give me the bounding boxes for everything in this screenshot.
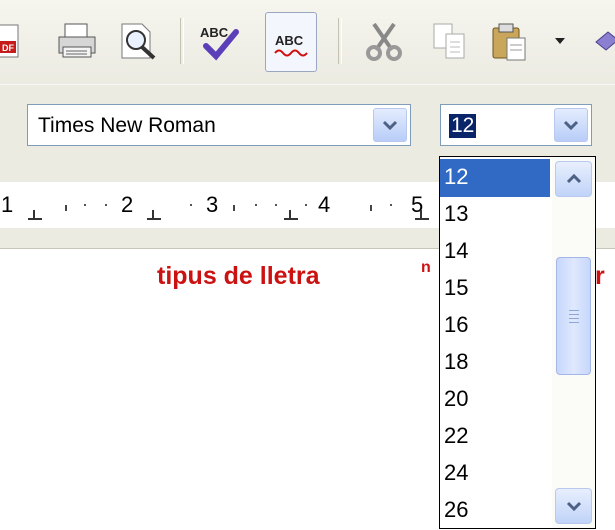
- font-size-option-22[interactable]: 22: [440, 418, 550, 456]
- tab-stop-marker[interactable]: [147, 210, 164, 220]
- font-size-option-24[interactable]: 24: [440, 455, 550, 493]
- font-size-option-12[interactable]: 12: [440, 159, 550, 197]
- scroll-down-button[interactable]: [555, 488, 592, 524]
- ruler-label: 2: [121, 192, 134, 217]
- autospellcheck-icon[interactable]: ABC: [265, 12, 317, 72]
- ruler-label: 1: [1, 192, 14, 217]
- font-size-combo[interactable]: 12: [440, 104, 592, 146]
- ruler-dot: [190, 204, 192, 206]
- toolbar-separator: [180, 18, 184, 64]
- ruler-label: 3: [206, 192, 219, 217]
- tab-stop-marker[interactable]: [28, 210, 45, 220]
- paint-icon[interactable]: [590, 12, 615, 70]
- ruler-tick: [65, 205, 67, 211]
- font-size-option-16[interactable]: 16: [440, 307, 550, 345]
- svg-text:ABC: ABC: [275, 33, 304, 48]
- page-preview-icon[interactable]: [116, 12, 162, 70]
- tab-stop-marker[interactable]: [284, 210, 301, 220]
- paste-dropdown-icon[interactable]: [555, 38, 565, 44]
- standard-toolbar: DF ABC ABC: [0, 0, 615, 84]
- paste-icon[interactable]: [487, 12, 533, 70]
- toolbar-separator: [338, 18, 342, 64]
- chevron-up-icon: [566, 173, 581, 184]
- document-text-fragment: n: [421, 259, 431, 276]
- font-size-dropdown-button[interactable]: [554, 108, 588, 142]
- font-size-option-14[interactable]: 14: [440, 233, 550, 271]
- ruler-dot: [84, 204, 86, 206]
- scrollbar-thumb[interactable]: [556, 257, 591, 375]
- font-size-dropdown-list[interactable]: 12 13 14 15 16 18 20 22 24 26: [439, 156, 596, 529]
- spellcheck-icon[interactable]: ABC: [196, 12, 242, 70]
- ruler-tick: [233, 205, 235, 211]
- font-size-option-13[interactable]: 13: [440, 196, 550, 234]
- export-pdf-icon[interactable]: DF: [0, 12, 26, 70]
- chevron-down-icon: [566, 501, 581, 512]
- print-icon[interactable]: [55, 12, 99, 70]
- document-text-fragment: r: [595, 262, 605, 290]
- font-size-option-20[interactable]: 20: [440, 381, 550, 419]
- ruler-dot: [105, 204, 107, 206]
- font-name-dropdown-button[interactable]: [373, 108, 407, 142]
- font-size-option-26[interactable]: 26: [440, 492, 550, 530]
- font-size-option-18[interactable]: 18: [440, 344, 550, 382]
- copy-icon[interactable]: [428, 12, 472, 70]
- font-size-option-15[interactable]: 15: [440, 270, 550, 308]
- svg-text:ABC: ABC: [200, 25, 229, 40]
- font-size-value[interactable]: 12: [449, 114, 477, 138]
- font-name-value[interactable]: Times New Roman: [38, 114, 216, 138]
- chevron-down-icon: [382, 120, 398, 131]
- ruler-dot: [255, 204, 257, 206]
- document-text[interactable]: tipus de lletra: [157, 262, 320, 291]
- cut-icon[interactable]: [362, 12, 406, 70]
- tab-stop-marker[interactable]: [415, 210, 432, 220]
- font-name-combo[interactable]: Times New Roman: [27, 104, 411, 146]
- ruler-label: 4: [318, 192, 331, 217]
- ruler-dot: [390, 204, 392, 206]
- ruler-tick: [370, 205, 372, 211]
- chevron-down-icon: [563, 120, 579, 131]
- dropdown-scrollbar[interactable]: [552, 157, 595, 528]
- ruler-dot: [275, 204, 277, 206]
- ruler-dot: [305, 204, 307, 206]
- scroll-up-button[interactable]: [555, 161, 592, 197]
- svg-text:DF: DF: [2, 43, 14, 53]
